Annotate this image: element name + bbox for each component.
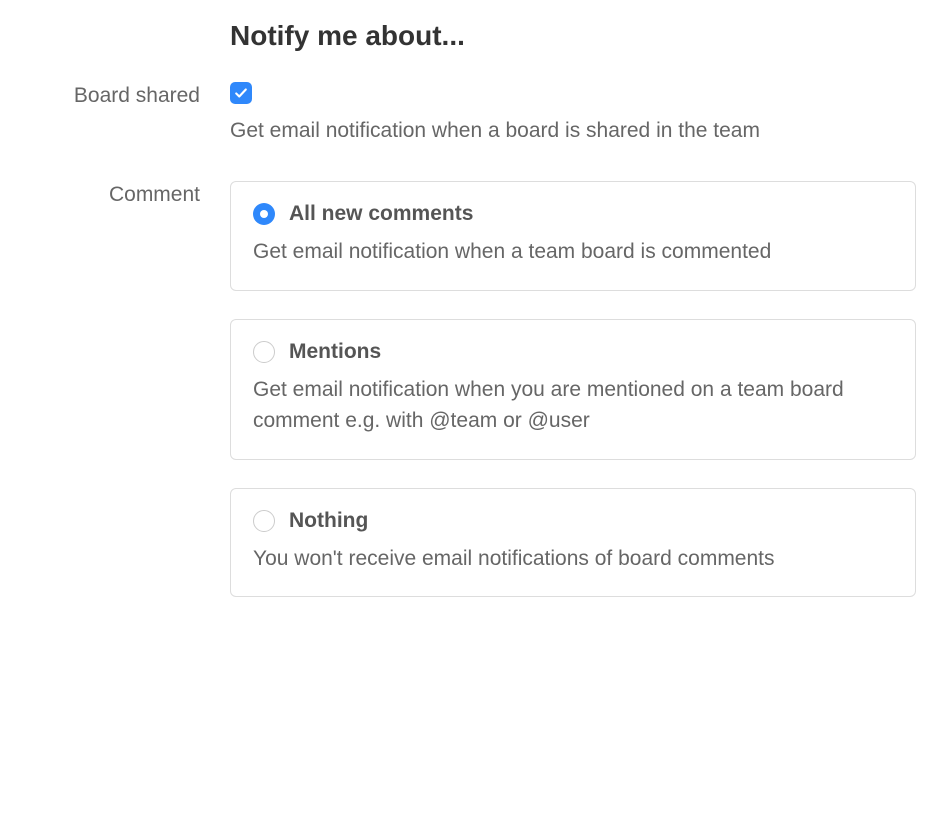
comment-option-desc: Get email notification when a team board… (253, 236, 893, 268)
board-shared-checkbox[interactable] (230, 82, 252, 104)
heading-row: Notify me about... (0, 20, 946, 82)
comment-radio-all[interactable] (253, 203, 275, 225)
comment-option-group: All new comments Get email notification … (230, 181, 916, 597)
comment-option-all[interactable]: All new comments Get email notification … (230, 181, 916, 291)
board-shared-row: Board shared Get email notification when… (0, 82, 946, 145)
board-shared-label: Board shared (74, 84, 200, 107)
comment-option-nothing[interactable]: Nothing You won't receive email notifica… (230, 488, 916, 598)
comment-option-title: Mentions (289, 340, 381, 364)
comment-option-desc: Get email notification when you are ment… (253, 374, 893, 437)
comment-radio-mentions[interactable] (253, 341, 275, 363)
comment-option-title: All new comments (289, 202, 473, 226)
comment-row: Comment All new comments Get email notif… (0, 181, 946, 597)
check-icon (234, 86, 248, 100)
comment-label: Comment (109, 183, 200, 206)
comment-radio-nothing[interactable] (253, 510, 275, 532)
board-shared-helper: Get email notification when a board is s… (230, 116, 916, 145)
notification-settings: Notify me about... Board shared Get emai… (0, 0, 946, 633)
comment-option-title: Nothing (289, 509, 368, 533)
comment-option-desc: You won't receive email notifications of… (253, 543, 893, 575)
comment-option-mentions[interactable]: Mentions Get email notification when you… (230, 319, 916, 460)
page-title: Notify me about... (230, 20, 916, 52)
